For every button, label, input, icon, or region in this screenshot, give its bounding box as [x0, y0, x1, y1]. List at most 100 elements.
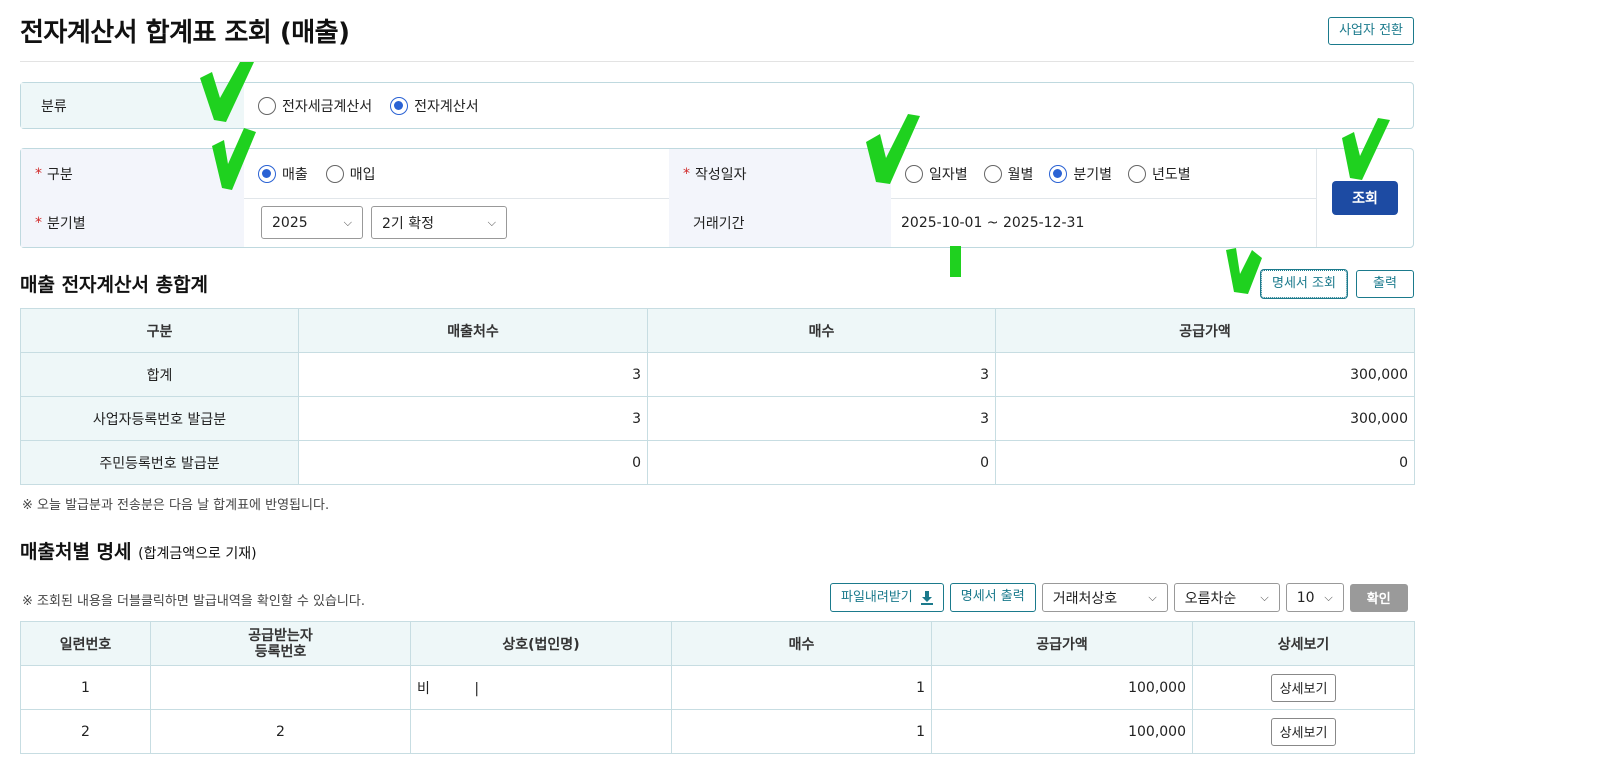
- page: 전자계산서 합계표 조회 (매출) 사업자 전환 분류 전자세금계산서 전자계산…: [20, 0, 1415, 754]
- category-options: 전자세금계산서 전자계산서: [244, 83, 479, 128]
- cell-detail: 상세보기: [1192, 665, 1415, 710]
- cell-amount: 100,000: [931, 665, 1193, 710]
- radio-circle[interactable]: [258, 164, 276, 183]
- row-label: 사업자등록번호 발급분: [20, 396, 299, 441]
- table-row: 합계 3 3 300,000: [20, 352, 1415, 397]
- radio-circle[interactable]: [258, 96, 276, 115]
- cell-amount: 100,000: [931, 709, 1193, 754]
- detail-table: 일련번호 공급받는자 등록번호 상호(법인명) 매수 공급가액 상세보기 1 비 …: [20, 621, 1415, 754]
- radio-purchase[interactable]: 매입: [325, 164, 376, 184]
- quarter-label: * 분기별: [21, 198, 244, 247]
- range-value: 2025-10-01 ~ 2025-12-31: [901, 214, 1085, 231]
- cell: 0: [647, 440, 996, 485]
- check-mark-icon: [212, 128, 256, 190]
- cell: 300,000: [995, 352, 1415, 397]
- detail-toolbar: 파일내려받기 명세서 출력 거래처상호 ⌵ 오름차순 ⌵ 10 ⌵ 확인: [830, 583, 1408, 612]
- cell: 0: [995, 440, 1415, 485]
- type-options: 매출 매입: [258, 149, 376, 198]
- row-label: 주민등록번호 발급분: [20, 440, 299, 485]
- cell-name: [410, 709, 672, 754]
- radio-yearly[interactable]: 년도별: [1128, 164, 1191, 184]
- check-mark-icon: [866, 114, 920, 184]
- table-row[interactable]: 1 비 | 1 100,000 상세보기: [20, 665, 1415, 710]
- row-label: 합계: [20, 352, 299, 397]
- range-label: 거래기간: [669, 198, 891, 247]
- cell-count: 1: [671, 709, 932, 754]
- summary-table: 구분 매출처수 매수 공급가액 합계 3 3 300,000 사업자등록번호 발…: [20, 308, 1415, 485]
- radio-tax-invoice[interactable]: 전자세금계산서: [258, 96, 372, 116]
- search-button[interactable]: 조회: [1332, 181, 1398, 215]
- cell-name: 비 |: [410, 665, 672, 710]
- col-header: 상호(법인명): [410, 621, 672, 666]
- page-size-select[interactable]: 10 ⌵: [1285, 583, 1344, 612]
- col-header: 매출처수: [298, 308, 648, 353]
- sort-order-select[interactable]: 오름차순 ⌵: [1173, 583, 1280, 612]
- statement-view-button[interactable]: 명세서 조회: [1261, 270, 1347, 298]
- summary-note: ※ 오늘 발급분과 전송분은 다음 날 합계표에 반영됩니다.: [22, 498, 330, 513]
- confirm-button[interactable]: 확인: [1349, 583, 1408, 612]
- download-icon: [920, 590, 933, 605]
- radio-monthly[interactable]: 월별: [983, 164, 1033, 184]
- print-statement-button[interactable]: 명세서 출력: [949, 583, 1036, 612]
- cell: 300,000: [995, 396, 1415, 441]
- check-mark-icon: [200, 62, 254, 122]
- download-button[interactable]: 파일내려받기: [830, 583, 944, 612]
- col-header: 매수: [671, 621, 932, 666]
- date-label: * 작성일자: [669, 149, 891, 198]
- col-header: 구분: [20, 308, 299, 353]
- chevron-down-icon: ⌵: [1324, 590, 1333, 604]
- radio-circle[interactable]: [325, 164, 344, 183]
- summary-title: 매출 전자계산서 총합계: [20, 274, 209, 296]
- radio-circle[interactable]: [1049, 164, 1068, 183]
- cell: 3: [647, 352, 996, 397]
- year-select[interactable]: 2025 ⌵: [261, 206, 363, 239]
- summary-header-row: 구분 매출처수 매수 공급가액: [20, 308, 1415, 353]
- table-row: 사업자등록번호 발급분 3 3 300,000: [20, 396, 1415, 441]
- radio-circle[interactable]: [1128, 164, 1147, 183]
- quarter-selects: 2025 ⌵ 2기 확정 ⌵: [261, 198, 507, 247]
- detail-header-row: 일련번호 공급받는자 등록번호 상호(법인명) 매수 공급가액 상세보기: [20, 621, 1415, 666]
- title-row: 전자계산서 합계표 조회 (매출) 사업자 전환: [20, 0, 1414, 62]
- cell: 0: [298, 440, 648, 485]
- col-header: 일련번호: [20, 621, 151, 666]
- table-row[interactable]: 2 2 1 100,000 상세보기: [20, 709, 1415, 754]
- detail-view-button[interactable]: 상세보기: [1270, 673, 1337, 702]
- cell-detail: 상세보기: [1192, 709, 1415, 754]
- cell-reg: 2: [150, 709, 411, 754]
- date-options: 일자별 월별 분기별 년도별: [905, 149, 1191, 198]
- cell-count: 1: [671, 665, 932, 710]
- col-header: 공급가액: [995, 308, 1415, 353]
- col-header: 매수: [647, 308, 996, 353]
- chevron-down-icon: ⌵: [343, 215, 352, 229]
- detail-view-button[interactable]: 상세보기: [1270, 717, 1337, 746]
- switch-business-button[interactable]: 사업자 전환: [1328, 16, 1414, 45]
- col-header-reg: 공급받는자 등록번호: [150, 621, 411, 666]
- radio-invoice[interactable]: 전자계산서: [390, 96, 479, 116]
- radio-circle[interactable]: [983, 164, 1002, 183]
- chevron-down-icon: ⌵: [1260, 590, 1269, 604]
- col-header: 공급가액: [931, 621, 1193, 666]
- cell-reg: [150, 665, 411, 710]
- chevron-down-icon: ⌵: [487, 215, 496, 229]
- check-mark-icon: [950, 246, 961, 277]
- vertical-divider: [1316, 149, 1317, 247]
- detail-note: ※ 조회된 내용을 더블클릭하면 발급내역을 확인할 수 있습니다.: [22, 594, 365, 609]
- sort-field-select[interactable]: 거래처상호 ⌵: [1041, 583, 1168, 612]
- cell-no: 1: [20, 665, 151, 710]
- cell: 3: [298, 352, 648, 397]
- table-row: 주민등록번호 발급분 0 0 0: [20, 440, 1415, 485]
- radio-quarterly[interactable]: 분기별: [1049, 164, 1112, 184]
- chevron-down-icon: ⌵: [1148, 590, 1157, 604]
- col-header: 상세보기: [1192, 621, 1415, 666]
- print-button[interactable]: 출력: [1356, 270, 1414, 298]
- radio-circle[interactable]: [390, 96, 409, 115]
- detail-title: 매출처별 명세 (합계금액으로 기재): [20, 541, 257, 563]
- cell-no: 2: [20, 709, 151, 754]
- radio-sales[interactable]: 매출: [258, 164, 308, 184]
- detail-subtitle: (합계금액으로 기재): [138, 546, 257, 562]
- cell: 3: [298, 396, 648, 441]
- period-select[interactable]: 2기 확정 ⌵: [371, 206, 507, 239]
- page-title: 전자계산서 합계표 조회 (매출): [20, 18, 350, 48]
- check-mark-icon: [1226, 248, 1262, 294]
- cell: 3: [647, 396, 996, 441]
